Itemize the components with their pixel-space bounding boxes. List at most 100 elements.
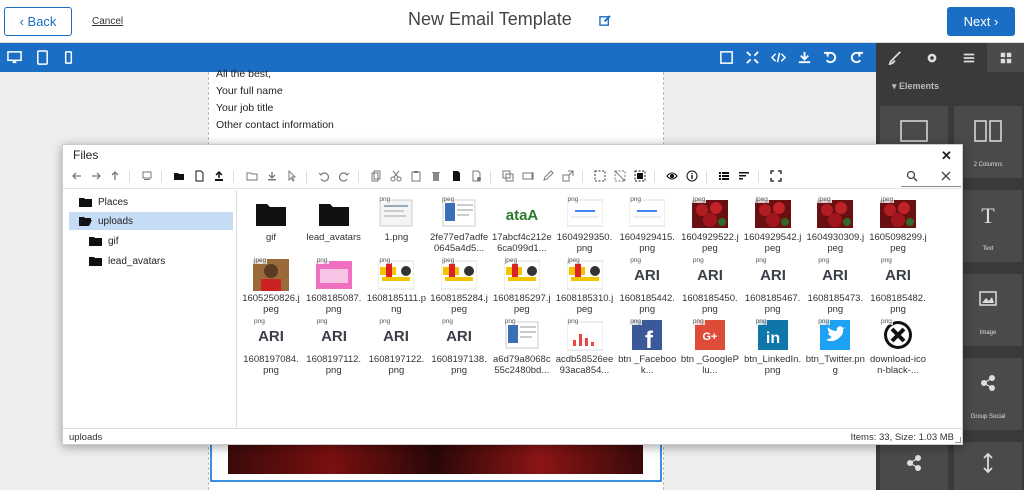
back-button[interactable]: ‹ Back: [4, 7, 72, 36]
file-item[interactable]: ARI png 1608185482.png: [868, 253, 928, 315]
copy-icon[interactable]: [370, 170, 382, 182]
block-2-columns[interactable]: 2 Columns: [954, 106, 1022, 178]
folder-item[interactable]: gif: [241, 192, 301, 252]
empty-folder-icon[interactable]: [450, 170, 462, 182]
resize-icon[interactable]: [562, 170, 574, 182]
file-item[interactable]: png a6d79a8068c55c2480bd...: [492, 314, 552, 376]
settings-tab[interactable]: [913, 43, 950, 72]
folder-item[interactable]: lead_avatars: [304, 192, 364, 252]
outline-icon[interactable]: [719, 50, 734, 65]
edit-icon[interactable]: [599, 14, 612, 27]
file-item[interactable]: ARI png 1608197138.png: [429, 314, 489, 376]
image-thumbnail: jpeg: [440, 257, 478, 291]
open-folder-icon[interactable]: [246, 170, 258, 182]
up-arrow-icon[interactable]: [109, 170, 121, 182]
file-item[interactable]: jpeg 1605250826.jpeg: [241, 253, 301, 315]
tree-node-gif[interactable]: gif: [89, 232, 229, 250]
style-manager-tab[interactable]: [876, 43, 913, 72]
paste-icon[interactable]: [410, 170, 422, 182]
upload-icon[interactable]: [213, 170, 225, 182]
block-text[interactable]: T Text: [954, 190, 1022, 262]
tablet-view-icon[interactable]: [35, 50, 50, 65]
file-item[interactable]: ARI png 1608185473.png: [805, 253, 865, 315]
sort-icon[interactable]: [738, 170, 750, 182]
file-name: 1608185482.png: [870, 293, 926, 315]
next-button[interactable]: Next ›: [947, 7, 1015, 36]
fullscreen-icon[interactable]: [770, 170, 782, 182]
new-folder-icon[interactable]: [173, 170, 185, 182]
file-item[interactable]: G+ png btn _GooglePlu...: [680, 314, 740, 376]
layers-tab[interactable]: [950, 43, 987, 72]
rename-icon[interactable]: [522, 170, 534, 182]
new-file-icon[interactable]: [193, 170, 205, 182]
file-item[interactable]: jpeg 1608185310.jpeg: [555, 253, 615, 315]
list-view-icon[interactable]: [718, 170, 730, 182]
resize-grip[interactable]: [955, 437, 961, 443]
file-item[interactable]: ARI png 1608185442.png: [617, 253, 677, 315]
file-item[interactable]: jpeg 1604929522.jpeg: [680, 192, 740, 254]
elements-header[interactable]: ▾ Elements: [876, 78, 1024, 96]
svg-text:G+: G+: [702, 331, 717, 343]
file-item[interactable]: ataA 17abcf4c212e6ca099d1...: [492, 192, 552, 254]
download-icon[interactable]: [266, 170, 278, 182]
file-item[interactable]: jpeg 1608185297.jpeg: [492, 253, 552, 315]
file-item[interactable]: ARI png 1608197122.png: [366, 314, 426, 376]
duplicate-icon[interactable]: [470, 170, 482, 182]
file-item[interactable]: f png btn _Facebook...: [617, 314, 677, 376]
undo-icon[interactable]: [823, 50, 838, 65]
desktop-view-icon[interactable]: [7, 50, 22, 65]
close-icon[interactable]: ✕: [941, 148, 952, 164]
file-item[interactable]: jpeg 1608185284.jpeg: [429, 253, 489, 315]
file-item[interactable]: png btn_Twitter.png: [805, 314, 865, 376]
select-all-icon[interactable]: [594, 170, 606, 182]
tree-node-lead-avatars[interactable]: lead_avatars: [89, 252, 229, 270]
back-arrow-icon[interactable]: [71, 170, 83, 182]
file-item[interactable]: png 1604929350.png: [555, 192, 615, 254]
file-item[interactable]: png 1604929415.png: [617, 192, 677, 254]
forward-arrow-icon[interactable]: [90, 170, 102, 182]
block-spacer[interactable]: [954, 442, 1022, 490]
preview-eye-icon[interactable]: [666, 170, 678, 182]
file-item[interactable]: png 1608185087.png: [304, 253, 364, 315]
fullscreen-icon[interactable]: [745, 50, 760, 65]
duplicate-file-icon[interactable]: [502, 170, 514, 182]
file-item[interactable]: png acdb58526ee93aca854...: [555, 314, 615, 376]
file-item[interactable]: ARI png 1608185450.png: [680, 253, 740, 315]
blocks-tab[interactable]: [987, 43, 1024, 72]
block-image[interactable]: Image: [954, 274, 1022, 346]
select-pointer-icon[interactable]: [286, 170, 298, 182]
file-item[interactable]: png 1608185111.png: [366, 253, 426, 315]
file-item[interactable]: jpeg 1604930309.jpeg: [805, 192, 865, 254]
tree-node-places[interactable]: Places: [79, 193, 229, 211]
select-none-icon[interactable]: [614, 170, 626, 182]
redo-icon[interactable]: [849, 50, 864, 65]
cut-icon[interactable]: [390, 170, 402, 182]
file-item[interactable]: jpeg 1605098299.jpeg: [868, 192, 928, 254]
file-item[interactable]: jpeg 1604929542.jpeg: [743, 192, 803, 254]
file-item[interactable]: png 1.png: [366, 192, 426, 252]
file-item[interactable]: jpeg 2fe77ed7adfe0645a4d5...: [429, 192, 489, 254]
redo-icon[interactable]: [338, 170, 350, 182]
download-icon[interactable]: [797, 50, 812, 65]
invert-selection-icon[interactable]: [634, 170, 646, 182]
file-item[interactable]: png download-icon-black-...: [868, 314, 928, 376]
file-item[interactable]: in png btn_LinkedIn.png: [743, 314, 803, 376]
file-item[interactable]: ARI png 1608185467.png: [743, 253, 803, 315]
code-icon[interactable]: [771, 50, 786, 65]
info-icon[interactable]: [686, 170, 698, 182]
undo-icon[interactable]: [318, 170, 330, 182]
clear-search-icon[interactable]: [940, 170, 952, 182]
file-item[interactable]: ARI png 1608197084.png: [241, 314, 301, 376]
computer-icon[interactable]: [141, 170, 153, 182]
search-icon[interactable]: [906, 170, 918, 182]
file-item[interactable]: ARI png 1608197112.png: [304, 314, 364, 376]
trash-icon[interactable]: [430, 170, 442, 182]
block-social[interactable]: [880, 442, 948, 490]
edit-file-icon[interactable]: [542, 170, 554, 182]
cancel-link[interactable]: Cancel: [92, 16, 123, 27]
mobile-view-icon[interactable]: [61, 50, 76, 65]
block-group-social[interactable]: Group Social: [954, 358, 1022, 430]
search-input[interactable]: [901, 186, 961, 187]
tree-node-uploads[interactable]: uploads: [69, 212, 233, 230]
file-name: 1604929350.png: [556, 232, 613, 254]
